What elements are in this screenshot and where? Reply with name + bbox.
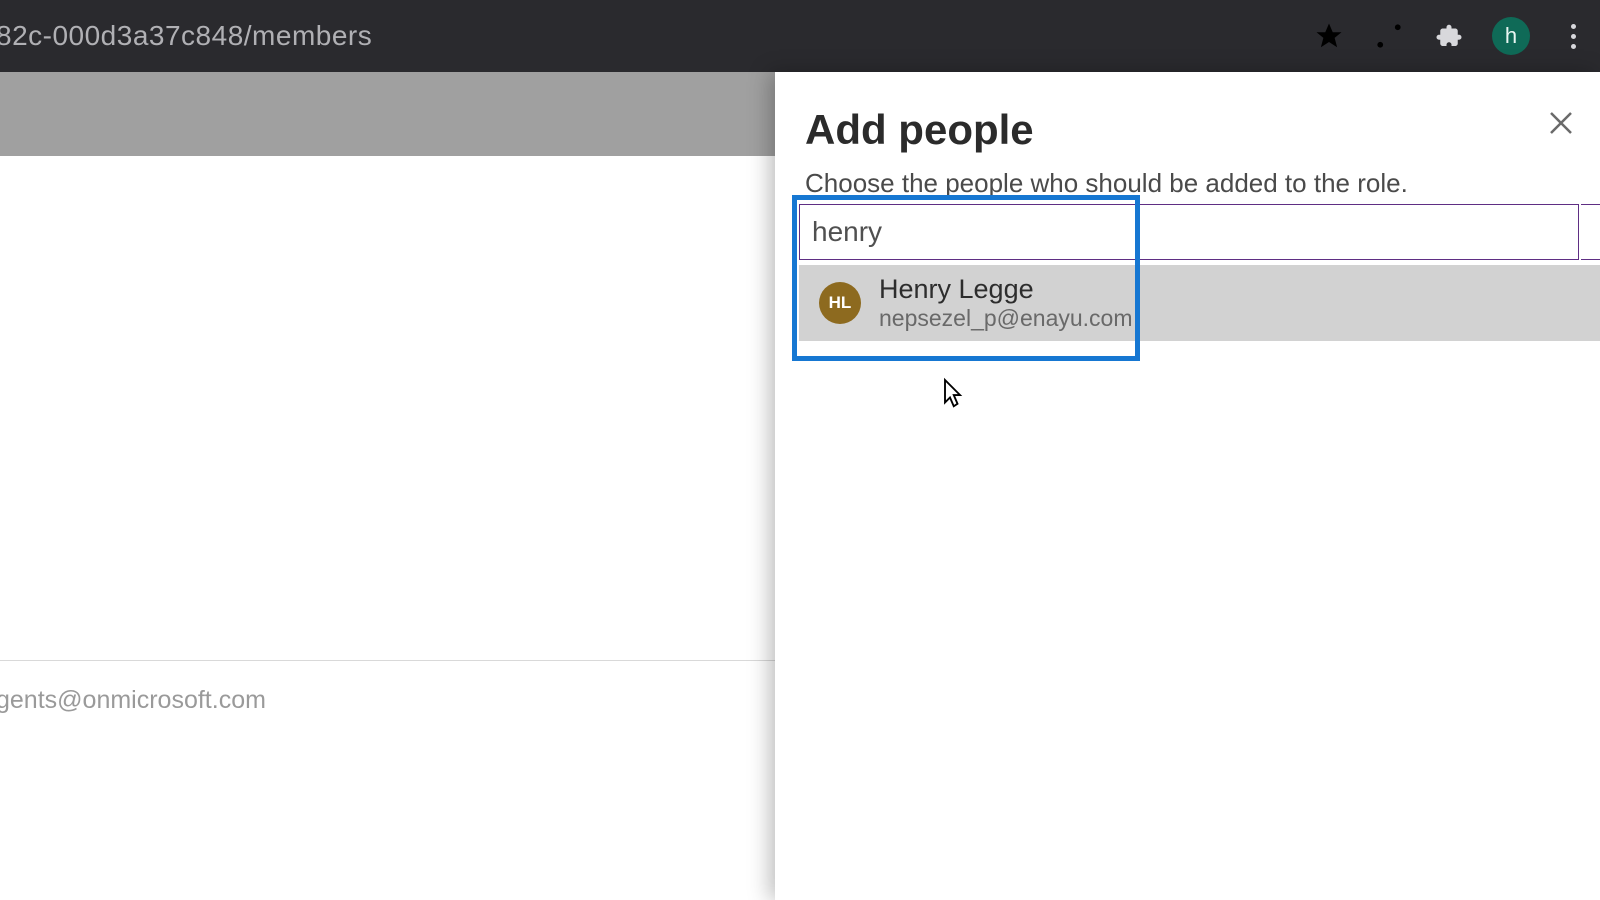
dialog-subtitle: Choose the people who should be added to… bbox=[805, 168, 1578, 199]
person-suggestion-row[interactable]: HL Henry Legge nepsezel_p@enayu.com bbox=[799, 265, 1600, 341]
suggestion-initials: HL bbox=[829, 293, 852, 313]
search-area: HL Henry Legge nepsezel_p@enayu.com bbox=[797, 200, 1600, 260]
path-icon[interactable] bbox=[1372, 19, 1406, 53]
close-icon[interactable] bbox=[1546, 108, 1576, 143]
suggestion-avatar: HL bbox=[819, 282, 861, 324]
profile-letter: h bbox=[1505, 23, 1517, 49]
browser-action-icons: h bbox=[1312, 17, 1590, 55]
cursor-pointer-icon bbox=[935, 377, 965, 418]
search-row bbox=[797, 200, 1600, 260]
search-input-extension bbox=[1581, 204, 1600, 260]
profile-avatar[interactable]: h bbox=[1492, 17, 1530, 55]
add-people-dialog: Add people Choose the people who should … bbox=[775, 72, 1600, 900]
bookmark-star-icon[interactable] bbox=[1312, 19, 1346, 53]
extensions-puzzle-icon[interactable] bbox=[1432, 19, 1466, 53]
dialog-title: Add people bbox=[805, 106, 1578, 154]
background-email-text: gents@onmicrosoft.com bbox=[0, 686, 266, 715]
backdrop-dim-region bbox=[0, 72, 775, 156]
url-fragment: 82c-000d3a37c848/members bbox=[0, 20, 372, 52]
page-content: gents@onmicrosoft.com Add people Choose … bbox=[0, 72, 1600, 900]
browser-toolbar: 82c-000d3a37c848/members h bbox=[0, 0, 1600, 72]
suggestion-text: Henry Legge nepsezel_p@enayu.com bbox=[879, 274, 1133, 331]
people-search-input[interactable] bbox=[799, 204, 1579, 260]
suggestion-name: Henry Legge bbox=[879, 274, 1133, 305]
backdrop-main bbox=[0, 230, 775, 900]
suggestion-email: nepsezel_p@enayu.com bbox=[879, 305, 1133, 331]
kebab-menu-icon[interactable] bbox=[1556, 19, 1590, 53]
backdrop-strip bbox=[0, 156, 775, 230]
backdrop-divider bbox=[0, 660, 775, 661]
